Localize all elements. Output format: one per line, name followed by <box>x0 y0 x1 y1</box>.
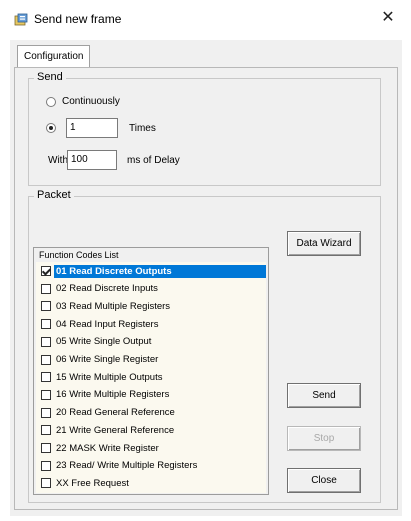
close-icon[interactable]: ✕ <box>379 8 397 28</box>
list-item-label: 02 Read Discrete Inputs <box>56 283 158 295</box>
list-item[interactable]: 01 Read Discrete Outputs <box>36 262 266 280</box>
list-item-checkbox[interactable] <box>41 478 51 489</box>
list-item[interactable]: 06 Write Single Register <box>36 351 266 369</box>
times-radio-button[interactable] <box>46 123 56 133</box>
list-item-checkbox[interactable] <box>41 372 51 383</box>
list-body: 01 Read Discrete Outputs 02 Read Discrete… <box>36 262 266 493</box>
list-item[interactable]: 15 Write Multiple Outputs <box>36 368 266 386</box>
list-item-checkbox[interactable] <box>41 425 51 436</box>
delay-input[interactable]: 100 <box>67 150 117 170</box>
continuously-radio[interactable]: Continuously <box>46 96 120 107</box>
send-button[interactable]: Send <box>287 383 361 408</box>
continuously-label: Continuously <box>62 96 120 107</box>
times-radio[interactable] <box>46 123 62 133</box>
list-item-checkbox[interactable] <box>41 301 51 312</box>
app-icon <box>14 13 28 26</box>
list-item[interactable]: 05 Write Single Output <box>36 333 266 351</box>
list-item-checkbox[interactable] <box>41 354 51 365</box>
list-item-label: 01 Read Discrete Outputs <box>54 264 266 278</box>
function-codes-list: Function Codes List 01 Read Discrete Out… <box>33 247 269 495</box>
continuously-radio-button[interactable] <box>46 96 56 107</box>
list-item-label: 22 MASK Write Register <box>56 442 159 454</box>
list-item-label: 03 Read Multiple Registers <box>56 300 171 312</box>
delay-label: ms of Delay <box>127 155 180 166</box>
tab-configuration[interactable]: Configuration <box>17 45 91 68</box>
list-item[interactable]: 16 Write Multiple Registers <box>36 386 266 404</box>
list-item-label: XX Free Request <box>56 477 129 489</box>
data-wizard-button[interactable]: Data Wizard <box>287 231 361 256</box>
list-item-checkbox[interactable] <box>41 319 51 330</box>
times-label: Times <box>129 123 156 134</box>
send-group-legend: Send <box>34 71 66 83</box>
list-item-checkbox[interactable] <box>41 336 51 347</box>
list-item[interactable]: 22 MASK Write Register <box>36 439 266 457</box>
list-item-label: 15 Write Multiple Outputs <box>56 371 163 383</box>
list-item-checkbox[interactable] <box>41 443 51 453</box>
list-header: Function Codes List <box>39 250 119 260</box>
list-item[interactable]: 23 Read/ Write Multiple Registers <box>36 457 266 475</box>
list-item[interactable]: 02 Read Discrete Inputs <box>36 280 266 298</box>
list-item-checkbox[interactable] <box>41 460 51 471</box>
list-item[interactable]: 03 Read Multiple Registers <box>36 297 266 315</box>
window-title: Send new frame <box>34 12 122 26</box>
title-bar: Send new frame ✕ <box>0 0 411 40</box>
list-item[interactable]: XX Free Request <box>36 474 266 492</box>
times-input[interactable]: 1 <box>66 118 118 138</box>
list-item-label: 05 Write Single Output <box>56 336 152 348</box>
list-item-checkbox[interactable] <box>41 283 51 294</box>
list-item-label: 20 Read General Reference <box>56 407 175 419</box>
with-label: With <box>48 155 68 166</box>
list-item-label: 21 Write General Reference <box>56 424 175 436</box>
list-item[interactable]: 21 Write General Reference <box>36 421 266 439</box>
list-item-label: 16 Write Multiple Registers <box>56 389 170 401</box>
packet-group-legend: Packet <box>34 189 74 201</box>
list-item[interactable]: 20 Read General Reference <box>36 404 266 422</box>
list-item-checkbox[interactable] <box>41 407 51 418</box>
list-item-checkbox[interactable] <box>41 266 51 276</box>
list-item[interactable]: 04 Read Input Registers <box>36 315 266 333</box>
stop-button[interactable]: Stop <box>287 426 361 451</box>
close-button[interactable]: Close <box>287 468 361 493</box>
list-item-label: 23 Read/ Write Multiple Registers <box>56 460 198 472</box>
list-item-label: 04 Read Input Registers <box>56 318 159 330</box>
list-item-checkbox[interactable] <box>41 389 51 400</box>
list-item-label: 06 Write Single Register <box>56 354 159 365</box>
